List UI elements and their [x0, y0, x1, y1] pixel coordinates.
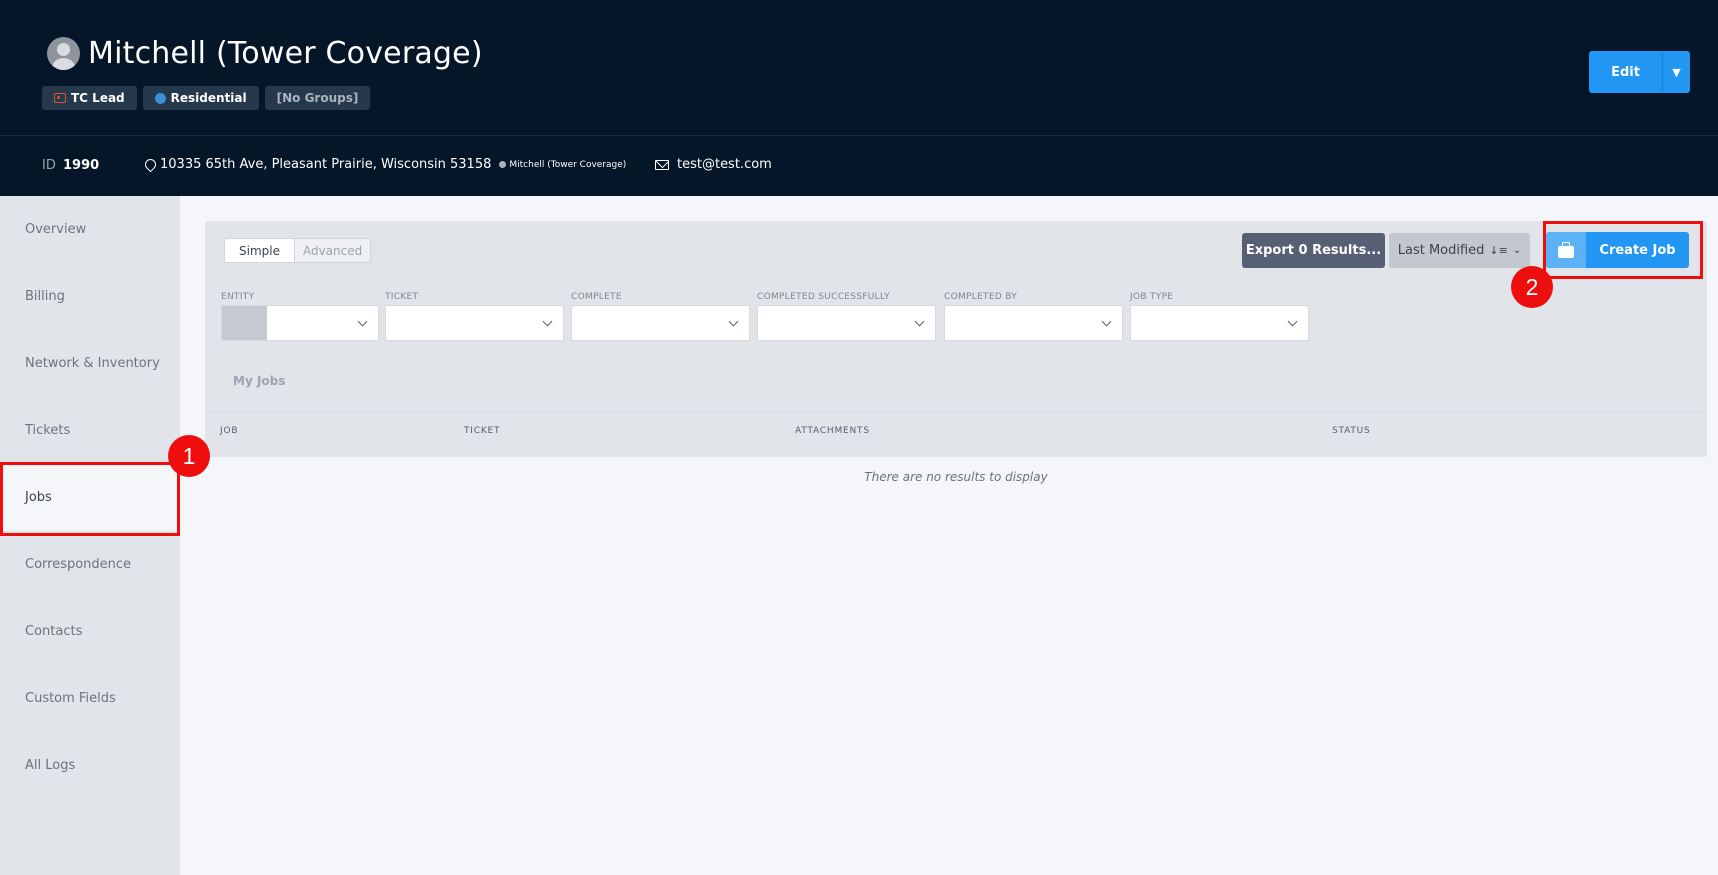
column-header-ticket[interactable]: TICKET: [464, 426, 500, 436]
sidebar-item-billing[interactable]: Billing: [0, 263, 180, 330]
chevron-down-icon: [914, 316, 925, 327]
filter-label-entity: ENTITY: [221, 292, 255, 302]
tag-label: TC Lead: [71, 91, 125, 105]
empty-state-message: There are no results to display: [864, 470, 1048, 484]
column-header-attachments[interactable]: ATTACHMENTS: [795, 426, 870, 436]
search-mode-toggle: Simple Advanced: [224, 238, 372, 263]
sidebar-item-all-logs[interactable]: All Logs: [0, 732, 180, 799]
highlight-create-job: [1543, 221, 1703, 279]
chevron-down-icon: [728, 316, 739, 327]
chevron-down-icon: [1101, 316, 1112, 327]
entity-select[interactable]: [221, 305, 379, 341]
email-text: test@test.com: [677, 157, 772, 172]
user-dot-icon: [499, 161, 507, 168]
address-text: 10335 65th Ave, Pleasant Prairie, Wiscon…: [160, 157, 492, 172]
edit-dropdown-toggle[interactable]: ▼: [1663, 51, 1690, 93]
filter-label-completed-successfully: COMPLETED SUCCESSFULLY: [757, 292, 890, 302]
mode-advanced-tab[interactable]: Advanced: [293, 239, 371, 262]
edit-split-button: Edit ▼: [1589, 51, 1690, 93]
tag-label: Residential: [170, 91, 247, 105]
filter-label-complete: COMPLETE: [571, 292, 622, 302]
entity-color-swatch: [222, 306, 267, 340]
map-pin-icon: [145, 159, 154, 170]
address-owner: Mitchell (Tower Coverage): [499, 160, 626, 170]
column-header-job[interactable]: JOB: [220, 426, 238, 436]
avatar-icon: [47, 37, 80, 70]
column-header-status[interactable]: STATUS: [1332, 426, 1371, 436]
table-header: [205, 412, 1707, 457]
email[interactable]: test@test.com: [655, 157, 772, 172]
complete-select[interactable]: [571, 305, 750, 341]
edit-button[interactable]: Edit: [1589, 51, 1663, 93]
sidebar-item-network-inventory[interactable]: Network & Inventory: [0, 330, 180, 397]
sidebar-item-contacts[interactable]: Contacts: [0, 598, 180, 665]
tag-tc-lead[interactable]: TC Lead: [42, 86, 137, 110]
annotation-badge-1: 1: [168, 435, 210, 477]
sidebar-item-custom-fields[interactable]: Custom Fields: [0, 665, 180, 732]
id-value: 1990: [63, 158, 100, 173]
export-button[interactable]: Export 0 Results...: [1242, 233, 1385, 268]
chevron-down-icon: ⌄: [1512, 245, 1522, 256]
sort-descending-icon: ↓≡: [1489, 244, 1508, 257]
sort-label: Last Modified: [1397, 243, 1485, 258]
ticket-select[interactable]: [385, 305, 564, 341]
job-type-select[interactable]: [1130, 305, 1309, 341]
tag-label: [No Groups]: [276, 91, 359, 105]
entity-id: ID 1990: [42, 158, 99, 173]
sidebar-item-tickets[interactable]: Tickets: [0, 397, 180, 464]
saved-view-my-jobs[interactable]: My Jobs: [233, 374, 285, 388]
mode-simple-tab[interactable]: Simple: [225, 239, 294, 262]
sidebar-item-correspondence[interactable]: Correspondence: [0, 531, 180, 598]
tc-lead-icon: [54, 93, 66, 103]
highlight-jobs: [0, 462, 180, 536]
id-label: ID: [42, 158, 56, 173]
filter-label-completed-by: COMPLETED BY: [944, 292, 1018, 302]
address-owner-text: Mitchell (Tower Coverage): [509, 159, 627, 170]
chevron-down-icon: [542, 316, 553, 327]
mail-icon: [655, 159, 669, 170]
chevron-down-icon: [1287, 316, 1298, 327]
chevron-down-icon: [357, 316, 368, 327]
residential-dot-icon: [154, 92, 166, 104]
address[interactable]: 10335 65th Ave, Pleasant Prairie, Wiscon…: [145, 157, 626, 172]
chevron-down-icon: ▼: [1672, 65, 1681, 79]
tag-list: TC Lead Residential [No Groups]: [42, 86, 371, 110]
completed-successfully-select[interactable]: [757, 305, 936, 341]
annotation-badge-2: 2: [1511, 266, 1553, 308]
sort-dropdown[interactable]: Last Modified ↓≡ ⌄: [1389, 233, 1530, 268]
filter-label-ticket: TICKET: [385, 292, 419, 302]
filter-label-job-type: JOB TYPE: [1130, 292, 1174, 302]
completed-by-select[interactable]: [944, 305, 1123, 341]
page-title: Mitchell (Tower Coverage): [88, 36, 483, 71]
tag-no-groups[interactable]: [No Groups]: [264, 86, 371, 110]
tag-residential[interactable]: Residential: [142, 86, 259, 110]
sidebar-item-overview[interactable]: Overview: [0, 196, 180, 263]
